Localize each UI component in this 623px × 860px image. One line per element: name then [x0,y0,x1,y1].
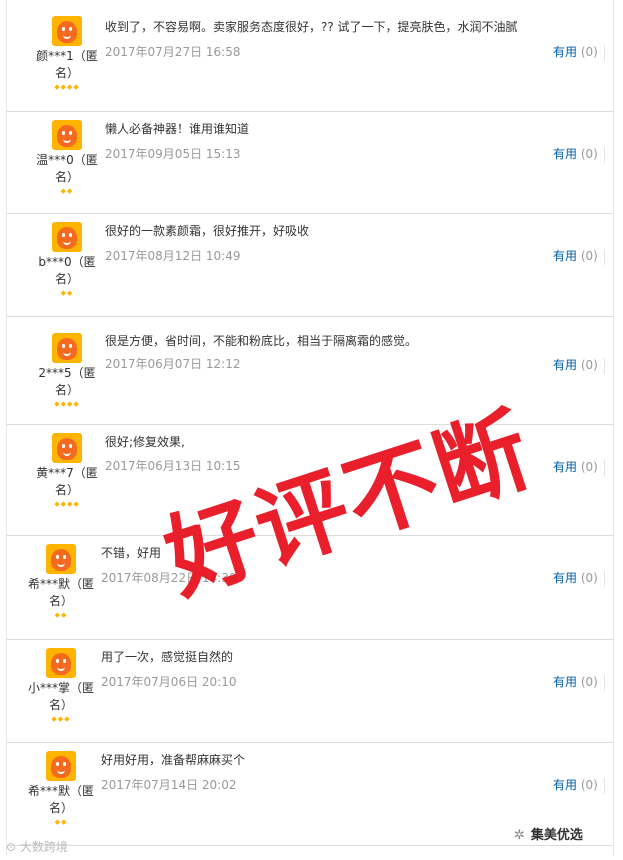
reviewer-name: 小***掌（匿名） [27,681,94,712]
useful-label: 有用 [553,675,578,689]
reviewer: 2***5（匿名） ◆◆◆◆ [27,333,107,409]
user-level-icon: ◆◆◆ [51,715,71,723]
useful-count: (0) [580,249,598,263]
review-item: 2***5（匿名） ◆◆◆◆ 很是方便，省时间，不能和粉底比，相当于隔离霜的感觉… [7,317,613,425]
useful-label: 有用 [553,778,578,792]
reviewer: 黄***7（匿名） ◆◆◆◆ [27,433,107,509]
review-time: 2017年08月12日 10:49 [105,249,241,263]
useful-label: 有用 [553,45,578,59]
reviewer: 小***掌（匿名） ◆◆◆ [21,648,101,724]
user-level-icon: ◆◆ [60,187,74,195]
useful-count: (0) [580,147,598,161]
review-time: 2017年06月13日 10:15 [105,459,241,473]
review-content: 很好的一款素颜霜，很好推开，好吸收 [105,224,310,238]
review-time: 2017年08月22日 14:30 [101,571,237,585]
useful-label: 有用 [553,571,578,585]
useful-label: 有用 [553,249,578,263]
review-item: b***0（匿名） ◆◆ 很好的一款素颜霜，很好推开，好吸收 2017年08月1… [7,214,613,317]
reviewer-name: 颜***1（匿名） [36,49,98,80]
useful-label: 有用 [553,460,578,474]
avatar[interactable] [52,333,82,363]
review-item: 温***0（匿名） ◆◆ 懒人必备神器！谁用谁知道 2017年09月05日 15… [7,112,613,214]
useful-count: (0) [580,675,598,689]
useful-count: (0) [580,358,598,372]
useful-button[interactable]: 有用 (0) [553,569,605,587]
avatar[interactable] [52,120,82,150]
review-content: 很好;修复效果, [105,435,185,449]
user-level-icon: ◆◆ [54,611,68,619]
reviewer: 颜***1（匿名） ◆◆◆◆ [27,16,107,92]
useful-count: (0) [580,45,598,59]
watermark-right: ✲ 集美优选 [514,824,583,843]
avatar[interactable] [46,544,76,574]
avatar[interactable] [46,648,76,678]
reviewer: 希***默（匿名） ◆◆ [21,751,101,827]
avatar[interactable] [46,751,76,781]
user-level-icon: ◆◆◆◆ [54,83,80,91]
review-item: 希***默（匿名） ◆◆ 不错，好用 2017年08月22日 14:30 有用 … [7,536,613,640]
user-level-icon: ◆◆◆◆ [54,400,80,408]
avatar[interactable] [52,222,82,252]
review-time: 2017年07月27日 16:58 [105,45,241,59]
wechat-icon: ✲ [514,828,525,843]
useful-button[interactable]: 有用 (0) [553,247,605,265]
user-level-icon: ◆◆ [60,289,74,297]
useful-label: 有用 [553,147,578,161]
review-content: 好用好用，准备帮麻麻买个 [101,753,246,767]
review-content: 很是方便，省时间，不能和粉底比，相当于隔离霜的感觉。 [105,334,418,348]
avatar[interactable] [52,16,82,46]
reviewer-name: 希***默（匿名） [27,577,94,608]
useful-button[interactable]: 有用 (0) [553,458,605,476]
review-time: 2017年07月06日 20:10 [101,675,237,689]
review-time: 2017年06月07日 12:12 [105,357,241,371]
reviewer: 希***默（匿名） ◆◆ [21,544,101,620]
watermark-left-text: 大数跨境 [19,840,68,854]
review-item: 颜***1（匿名） ◆◆◆◆ 收到了，不容易啊。卖家服务态度很好，?? 试了一下… [7,0,613,112]
user-level-icon: ◆◆ [54,818,68,826]
review-item: 小***掌（匿名） ◆◆◆ 用了一次，感觉挺自然的 2017年07月06日 20… [7,640,613,743]
reviewer-name: b***0（匿名） [38,255,96,286]
useful-button[interactable]: 有用 (0) [553,673,605,691]
review-content: 不错，好用 [101,546,162,560]
useful-count: (0) [580,460,598,474]
reviewer: b***0（匿名） ◆◆ [27,222,107,298]
useful-button[interactable]: 有用 (0) [553,776,605,794]
useful-label: 有用 [553,358,578,372]
avatar[interactable] [52,433,82,463]
reviewer: 温***0（匿名） ◆◆ [27,120,107,196]
useful-button[interactable]: 有用 (0) [553,43,605,61]
watermark-left: ⊙ 大数跨境 [6,840,68,854]
reviewer-name: 2***5（匿名） [38,366,96,397]
review-time: 2017年07月14日 20:02 [101,778,237,792]
review-item: 黄***7（匿名） ◆◆◆◆ 很好;修复效果, 2017年06月13日 10:1… [7,425,613,536]
useful-button[interactable]: 有用 (0) [553,145,605,163]
user-level-icon: ◆◆◆◆ [54,500,80,508]
useful-button[interactable]: 有用 (0) [553,356,605,374]
useful-count: (0) [580,778,598,792]
reviewer-name: 黄***7（匿名） [36,466,98,497]
watermark-right-text: 集美优选 [530,828,583,843]
review-content: 收到了，不容易啊。卖家服务态度很好，?? 试了一下，提亮肤色，水润不油腻 [105,20,518,34]
useful-count: (0) [580,571,598,585]
review-content: 用了一次，感觉挺自然的 [101,650,234,664]
review-content: 懒人必备神器！谁用谁知道 [105,122,250,136]
reviewer-name: 希***默（匿名） [27,784,94,815]
review-time: 2017年09月05日 15:13 [105,147,241,161]
reviewer-name: 温***0（匿名） [36,153,98,184]
review-list: 颜***1（匿名） ◆◆◆◆ 收到了，不容易啊。卖家服务态度很好，?? 试了一下… [6,0,614,856]
